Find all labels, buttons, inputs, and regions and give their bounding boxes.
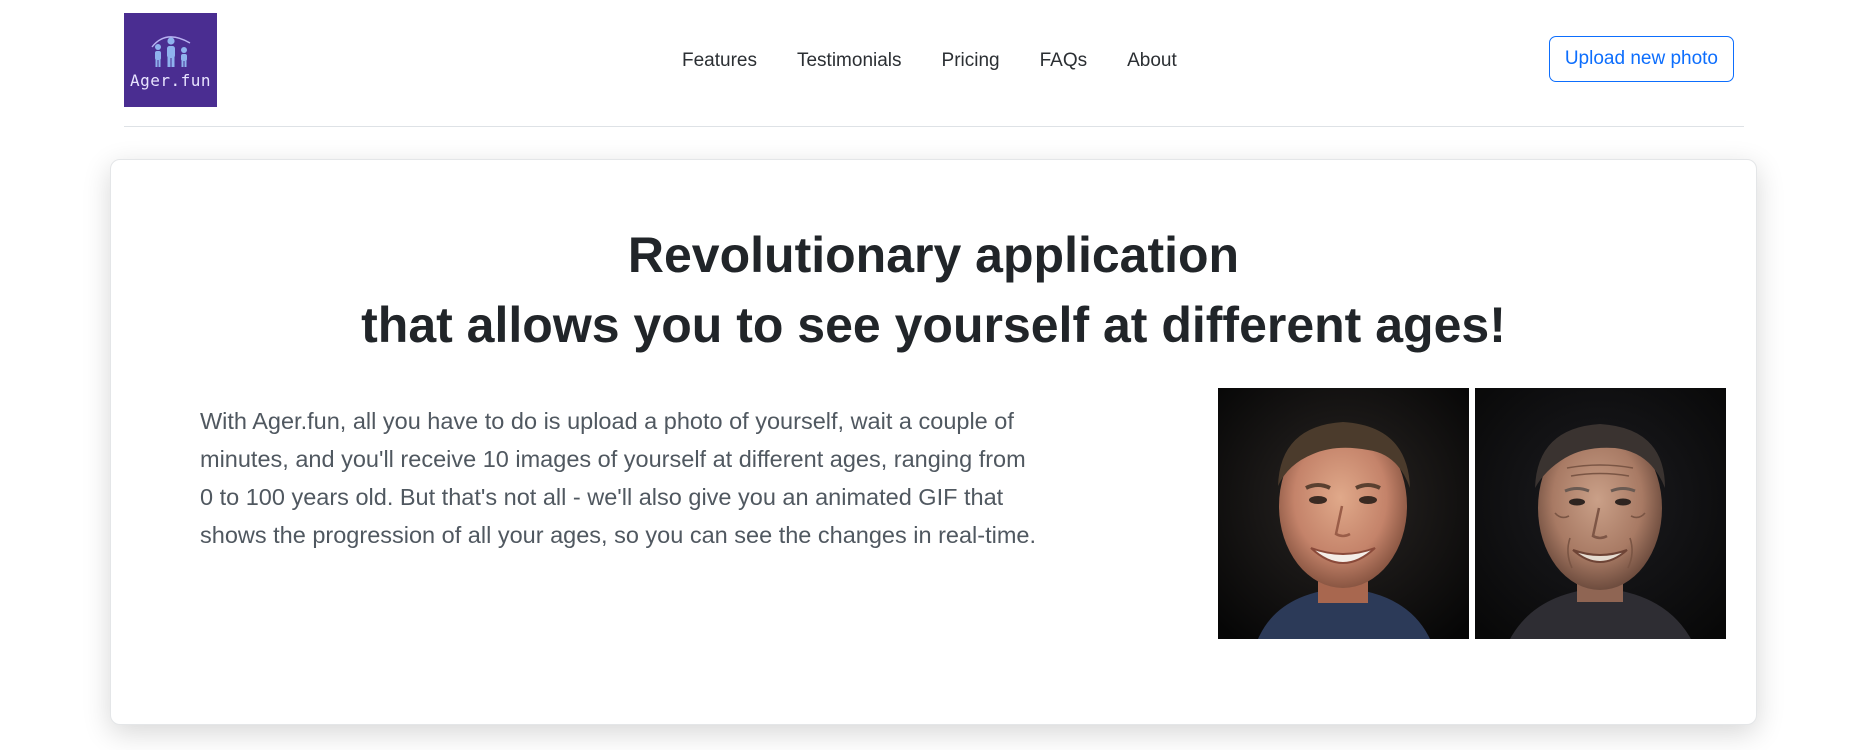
young-face-photo	[1218, 388, 1469, 639]
nav-features[interactable]: Features	[682, 50, 777, 72]
upload-new-photo-button[interactable]: Upload new photo	[1548, 36, 1734, 82]
nav-faqs[interactable]: FAQs	[1020, 50, 1108, 72]
hero-description: With Ager.fun, all you have to do is upl…	[200, 408, 1037, 548]
age-comparison-photos	[1218, 388, 1726, 639]
main-nav: Features Testimonials Pricing FAQs About	[682, 0, 1197, 122]
hero-title-line-2: that allows you to see yourself at diffe…	[361, 297, 1506, 353]
hero-card: Revolutionary application that allows yo…	[110, 159, 1757, 725]
site-header: Ager.fun Features Testimonials Pricing F…	[124, 0, 1744, 127]
hero-title-line-1: Revolutionary application	[627, 227, 1240, 283]
logo-text: Ager.fun	[129, 71, 212, 90]
hero-title: Revolutionary application that allows yo…	[111, 220, 1756, 360]
nav-testimonials[interactable]: Testimonials	[777, 50, 922, 72]
logo[interactable]: Ager.fun	[124, 13, 217, 107]
nav-pricing[interactable]: Pricing	[922, 50, 1020, 72]
family-icon	[151, 36, 191, 67]
elderly-face-photo	[1475, 388, 1726, 639]
nav-about[interactable]: About	[1107, 50, 1197, 72]
